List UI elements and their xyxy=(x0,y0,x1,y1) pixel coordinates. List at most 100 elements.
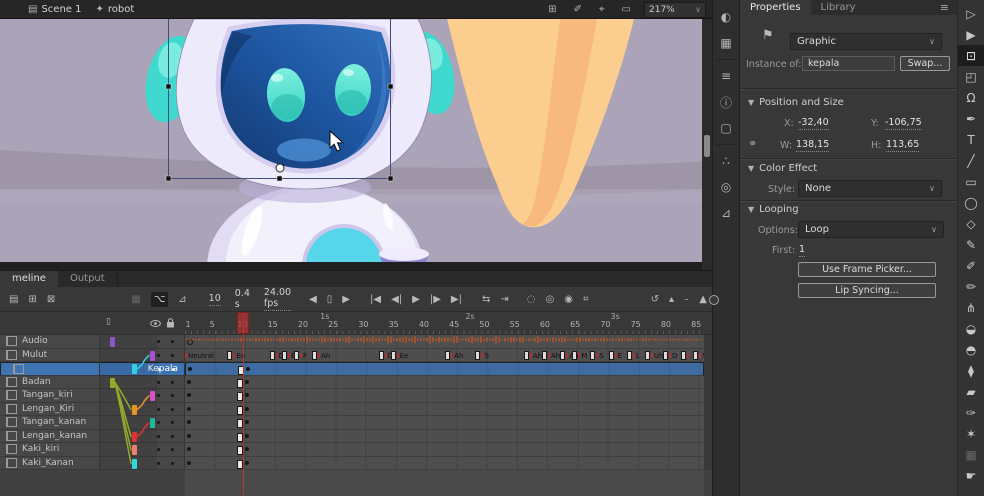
position-size-header[interactable]: ▼Position and Size xyxy=(748,97,844,108)
bone-tool[interactable]: ⋔ xyxy=(958,297,984,318)
reset-timeline-zoom-icon[interactable]: ↺ xyxy=(651,294,659,305)
layer-visibility-dot[interactable] xyxy=(157,381,160,384)
keyframe-dot[interactable] xyxy=(246,367,250,371)
first-frame-icon[interactable]: |◀ xyxy=(370,294,381,305)
layer-lock-dot[interactable] xyxy=(172,368,175,371)
w-value[interactable]: 138,15 xyxy=(796,139,829,152)
prev-frame-icon[interactable]: ◀| xyxy=(391,294,402,305)
info-icon[interactable]: ⓘ xyxy=(713,89,739,115)
mouth-keyframe-Ah[interactable]: Ah xyxy=(445,351,463,361)
frames-row-Kaki_Kanan[interactable] xyxy=(185,457,704,471)
mouth-keyframe-Ah[interactable]: Ah xyxy=(542,351,560,361)
layer-visibility-dot[interactable] xyxy=(157,462,160,465)
width-tool[interactable]: ✑ xyxy=(958,402,984,423)
pencil-tool[interactable]: ✎ xyxy=(958,234,984,255)
layer-row-Audio[interactable]: Audio xyxy=(0,335,185,349)
keyframe-dot[interactable] xyxy=(187,393,191,397)
swatches-icon[interactable]: ▦ xyxy=(713,30,739,56)
layer-visibility-dot[interactable] xyxy=(157,408,160,411)
layer-row-Kepala[interactable]: Kepala xyxy=(0,362,185,376)
frames-row-Mulut[interactable]: NeutralEeDEeFAhDEeAhSAhAhAhMSELUhD.S xyxy=(185,349,704,363)
cc-libraries-icon[interactable]: ◎ xyxy=(713,174,739,200)
onion-outline-icon[interactable]: ◎ xyxy=(545,294,554,305)
robot-head[interactable] xyxy=(176,19,431,189)
current-frame-value[interactable]: 10 xyxy=(209,293,221,306)
layer-row-Tangan_kanan[interactable]: Tangan_kanan xyxy=(0,416,185,430)
frames-row-Tangan_kanan[interactable] xyxy=(185,416,704,430)
last-frame-icon[interactable]: ▶| xyxy=(451,294,462,305)
behavior-select[interactable]: Graphic∨ xyxy=(790,33,942,50)
frames-row-Audio[interactable] xyxy=(185,335,704,349)
pen-tool[interactable]: ✒ xyxy=(958,108,984,129)
hand-tool[interactable]: ☛ xyxy=(958,465,984,486)
free-transform-tool[interactable]: ⊡ xyxy=(958,45,984,66)
ink-bottle-tool[interactable]: ◓ xyxy=(958,339,984,360)
layer-row-Lengan_kanan[interactable]: Lengan_kanan xyxy=(0,430,185,444)
oval-tool[interactable]: ◯ xyxy=(958,192,984,213)
gradient-transform-tool[interactable]: ◰ xyxy=(958,66,984,87)
layer-row-Lengan_Kiri[interactable]: Lengan_Kiri xyxy=(0,403,185,417)
selection-tool[interactable]: ▷ xyxy=(958,3,984,24)
use-frame-picker-button[interactable]: Use Frame Picker... xyxy=(798,262,936,277)
breadcrumb-symbol[interactable]: robot xyxy=(108,4,134,15)
first-frame-value[interactable]: 1 xyxy=(799,244,805,257)
show-parenting-icon[interactable]: ⌥ xyxy=(151,292,169,307)
new-layer-icon[interactable]: ▤ xyxy=(9,294,18,305)
asset-warp-tool[interactable]: ✶ xyxy=(958,423,984,444)
layer-row-Kaki_Kanan[interactable]: Kaki_Kanan xyxy=(0,457,185,471)
loop-options-select[interactable]: Loop∨ xyxy=(798,221,944,238)
h-value[interactable]: 113,65 xyxy=(886,139,919,152)
link-dimensions-icon[interactable]: ⚭ xyxy=(748,137,757,150)
frames-row-Tangan_kiri[interactable] xyxy=(185,389,704,403)
layer-lock-dot[interactable] xyxy=(171,421,174,424)
keyframe-dot[interactable] xyxy=(245,380,249,384)
frames-row-Badan[interactable] xyxy=(185,376,704,390)
playhead-marker[interactable] xyxy=(237,312,249,334)
canvas-vscrollbar-thumb[interactable] xyxy=(704,135,710,157)
keyframe-dot[interactable] xyxy=(245,420,249,424)
paint-bucket-tool[interactable]: ◒ xyxy=(958,318,984,339)
layer-lock-dot[interactable] xyxy=(171,354,174,357)
timeline-ruler[interactable]: ▯ 15101520253035404550556065707580851s2s… xyxy=(0,312,712,335)
mouth-keyframe-Neutral[interactable]: Neutral xyxy=(185,351,214,361)
frame-rate-value[interactable]: 24.00 fps xyxy=(264,287,291,311)
frames-row-Kaki_kiri[interactable] xyxy=(185,443,704,457)
layer-name[interactable]: Lengan_kanan xyxy=(22,431,87,441)
keyframe-dot[interactable] xyxy=(245,461,249,465)
layer-row-Mulut[interactable]: Mulut xyxy=(0,349,185,363)
layer-name[interactable]: Mulut xyxy=(22,350,47,360)
keyframe-dot[interactable] xyxy=(245,393,249,397)
layer-lock-dot[interactable] xyxy=(171,462,174,465)
guides-icon[interactable]: ✐ xyxy=(574,4,582,15)
text-tool[interactable]: T xyxy=(958,129,984,150)
playhead-icon[interactable]: ▯ xyxy=(327,294,333,305)
mouth-keyframe-E[interactable]: E xyxy=(609,351,622,361)
zoom-select[interactable]: 217% ∨ xyxy=(644,2,706,18)
keyframe-dot[interactable] xyxy=(187,447,191,451)
layer-visibility-dot[interactable] xyxy=(157,340,160,343)
layer-lock-dot[interactable] xyxy=(171,448,174,451)
layer-visibility-dot[interactable] xyxy=(158,368,161,371)
mouth-keyframe-F[interactable]: F xyxy=(294,351,307,361)
layer-lock-dot[interactable] xyxy=(171,435,174,438)
layer-row-Badan[interactable]: Badan xyxy=(0,376,185,390)
mouth-keyframe-D[interactable]: D xyxy=(663,351,677,361)
swap-button[interactable]: Swap... xyxy=(900,56,950,71)
keyframe-dot[interactable] xyxy=(245,407,249,411)
graph-editor-icon[interactable]: ⊿ xyxy=(178,294,186,305)
step-forward-icon[interactable]: ▶ xyxy=(342,294,350,305)
zoom-in-timeline-icon[interactable]: ▲ xyxy=(699,294,707,305)
mouth-keyframe-Ah[interactable]: Ah xyxy=(524,351,542,361)
elapsed-time-value[interactable]: 0.4 s xyxy=(235,288,250,310)
slider-knob[interactable] xyxy=(709,295,719,305)
layer-visibility-dot[interactable] xyxy=(157,421,160,424)
frames-row-Kepala[interactable] xyxy=(185,362,704,376)
layer-row-Tangan_kiri[interactable]: Tangan_kiri xyxy=(0,389,185,403)
align-icon[interactable]: ≡ xyxy=(713,63,739,89)
layer-visibility-dot[interactable] xyxy=(157,354,160,357)
stage-canvas[interactable] xyxy=(0,19,712,270)
color-icon[interactable]: ◐ xyxy=(713,4,739,30)
tab-properties[interactable]: Properties xyxy=(740,0,811,15)
layer-name[interactable]: Badan xyxy=(22,377,51,387)
mouth-keyframe-Ee[interactable]: Ee xyxy=(391,351,409,361)
